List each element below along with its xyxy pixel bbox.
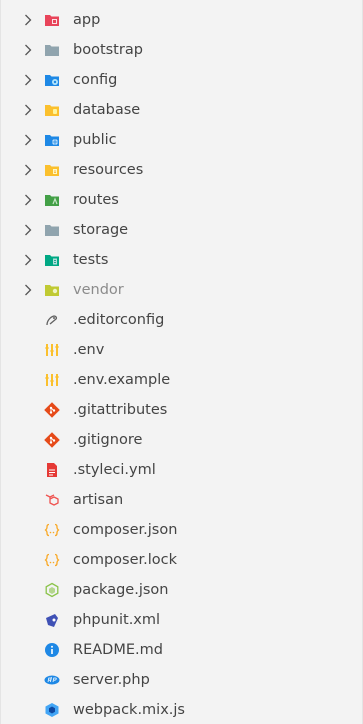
file-label: server.php <box>73 672 150 688</box>
file-row-styleci-yml[interactable]: .styleci.yml <box>1 455 362 485</box>
webpack-icon <box>44 702 60 718</box>
folder-label: storage <box>73 222 129 238</box>
file-label: .editorconfig <box>73 312 165 328</box>
chevron-right-icon[interactable] <box>21 103 35 117</box>
folder-label: routes <box>73 192 119 208</box>
tests-folder-icon <box>44 252 60 268</box>
chevron-right-icon[interactable] <box>21 73 35 87</box>
folder-label: vendor <box>73 282 124 298</box>
file-row-editorconfig[interactable]: .editorconfig <box>1 305 362 335</box>
file-label: .env <box>73 342 105 358</box>
file-label: phpunit.xml <box>73 612 161 628</box>
folder-row-tests[interactable]: tests <box>1 245 362 275</box>
folder-row-app[interactable]: app <box>1 5 362 35</box>
folder-label: app <box>73 12 101 28</box>
file-label: composer.json <box>73 522 178 538</box>
file-label: .gitignore <box>73 432 143 448</box>
info-icon <box>44 642 60 658</box>
folder-row-bootstrap[interactable]: bootstrap <box>1 35 362 65</box>
file-label: artisan <box>73 492 124 508</box>
vendor-folder-icon <box>44 282 60 298</box>
chevron-right-icon[interactable] <box>21 13 35 27</box>
editorconfig-icon <box>44 312 60 328</box>
chevron-right-icon[interactable] <box>21 223 35 237</box>
folder-label: tests <box>73 252 109 268</box>
file-row-package-json[interactable]: package.json <box>1 575 362 605</box>
file-row-readme-md[interactable]: README.md <box>1 635 362 665</box>
folder-label: config <box>73 72 118 88</box>
file-row-phpunit-xml[interactable]: phpunit.xml <box>1 605 362 635</box>
file-row-webpack-mix-js[interactable]: webpack.mix.js <box>1 695 362 724</box>
file-label: package.json <box>73 582 169 598</box>
routes-folder-icon <box>44 192 60 208</box>
folder-row-vendor[interactable]: vendor <box>1 275 362 305</box>
file-row-env-example[interactable]: .env.example <box>1 365 362 395</box>
file-explorer: app bootstrap config database public res… <box>0 0 363 724</box>
folder-row-database[interactable]: database <box>1 95 362 125</box>
json-icon <box>44 522 60 538</box>
git-icon <box>44 432 60 448</box>
file-label: webpack.mix.js <box>73 702 185 718</box>
public-folder-icon <box>44 132 60 148</box>
chevron-right-icon[interactable] <box>21 253 35 267</box>
resources-folder-icon <box>44 162 60 178</box>
chevron-right-icon[interactable] <box>21 163 35 177</box>
phpunit-icon <box>44 612 60 628</box>
laravel-icon <box>44 492 60 508</box>
folder-row-routes[interactable]: routes <box>1 185 362 215</box>
folder-row-resources[interactable]: resources <box>1 155 362 185</box>
file-label: README.md <box>73 642 163 658</box>
chevron-right-icon[interactable] <box>21 133 35 147</box>
file-row-composer-json[interactable]: composer.json <box>1 515 362 545</box>
file-row-gitignore[interactable]: .gitignore <box>1 425 362 455</box>
config-folder-icon <box>44 72 60 88</box>
folder-label: database <box>73 102 141 118</box>
env-icon <box>44 372 60 388</box>
env-icon <box>44 342 60 358</box>
folder-label: resources <box>73 162 144 178</box>
file-label: .env.example <box>73 372 171 388</box>
folder-icon <box>44 222 60 238</box>
folder-row-storage[interactable]: storage <box>1 215 362 245</box>
folder-label: public <box>73 132 117 148</box>
folder-row-config[interactable]: config <box>1 65 362 95</box>
file-row-server-php[interactable]: server.php <box>1 665 362 695</box>
file-label: .gitattributes <box>73 402 168 418</box>
database-folder-icon <box>44 102 60 118</box>
chevron-right-icon[interactable] <box>21 43 35 57</box>
file-row-gitattributes[interactable]: .gitattributes <box>1 395 362 425</box>
nodejs-icon <box>44 582 60 598</box>
folder-row-public[interactable]: public <box>1 125 362 155</box>
chevron-right-icon[interactable] <box>21 283 35 297</box>
file-label: composer.lock <box>73 552 178 568</box>
file-row-env[interactable]: .env <box>1 335 362 365</box>
folder-label: bootstrap <box>73 42 143 58</box>
php-icon <box>44 672 60 688</box>
app-folder-icon <box>44 12 60 28</box>
file-row-composer-lock[interactable]: composer.lock <box>1 545 362 575</box>
file-row-artisan[interactable]: artisan <box>1 485 362 515</box>
json-icon <box>44 552 60 568</box>
yaml-icon <box>44 462 60 478</box>
chevron-right-icon[interactable] <box>21 193 35 207</box>
file-label: .styleci.yml <box>73 462 156 478</box>
folder-icon <box>44 42 60 58</box>
git-icon <box>44 402 60 418</box>
